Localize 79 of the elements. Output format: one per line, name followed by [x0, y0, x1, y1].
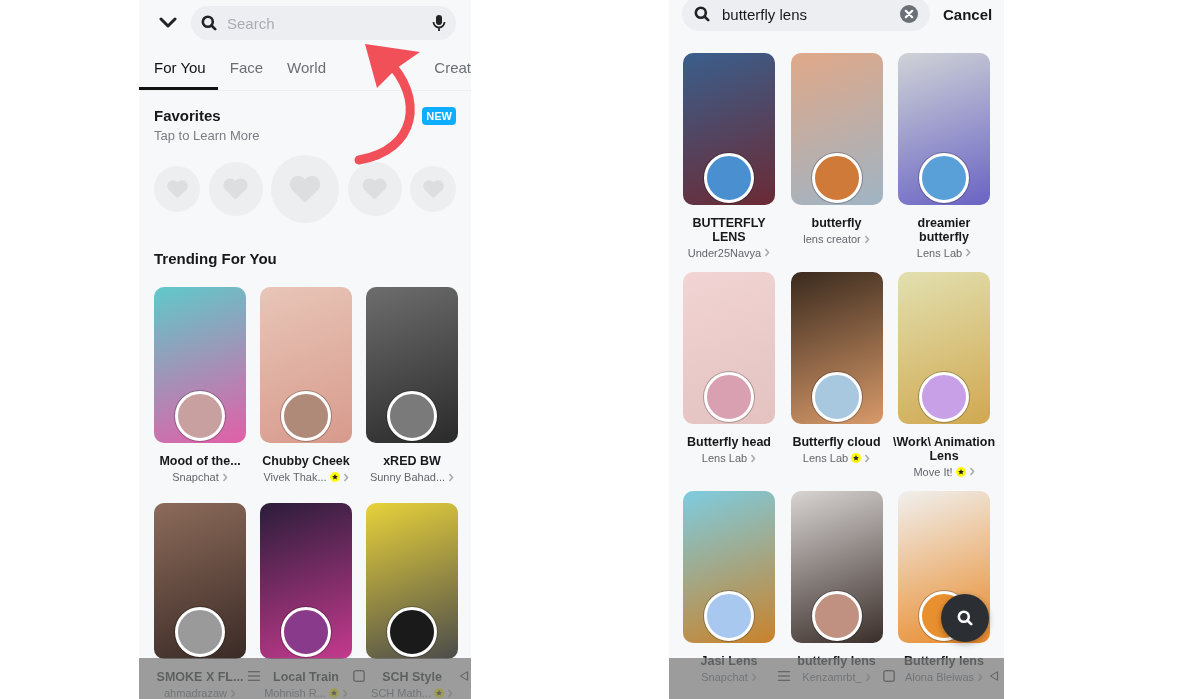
avatar-circle: [919, 153, 969, 203]
avatar-circle: [811, 372, 862, 422]
lens-title: \Work\ Animation Lens: [892, 436, 996, 463]
search-input[interactable]: butterfly lens: [720, 4, 890, 24]
creator-link[interactable]: Vivek Thak...: [263, 471, 327, 483]
tab[interactable]: Creat: [422, 48, 471, 90]
search-field[interactable]: Search: [191, 6, 456, 40]
photo-placeholder[interactable]: [790, 272, 883, 424]
avatar-circle: [281, 391, 331, 441]
avatar-circle: [175, 391, 225, 441]
photo-placeholder[interactable]: [260, 503, 352, 659]
lens-title: Mood of the...: [159, 455, 241, 469]
creator-link[interactable]: Lens Lab: [802, 452, 849, 464]
back-icon[interactable]: [459, 670, 469, 682]
lens-title: dreamier butterfly: [916, 217, 972, 244]
chevron-right-icon: [968, 467, 975, 476]
lens-title: Local Train: [273, 671, 339, 685]
avatar-circle: [281, 607, 331, 657]
photo-placeholder[interactable]: [366, 503, 458, 659]
avatar-circle: [387, 391, 437, 441]
avatar-circle: [704, 372, 754, 422]
tab[interactable]: World: [275, 48, 338, 90]
creator-link[interactable]: Move It!: [913, 465, 953, 478]
tab[interactable]: Face: [217, 48, 276, 90]
avatar-circle: [387, 607, 437, 657]
lens-title: SMOKE X FL...: [156, 671, 244, 685]
new-badge: NEW: [422, 107, 456, 125]
chevron-right-icon: [864, 453, 871, 463]
avatar-circle: [919, 372, 969, 422]
creator-link[interactable]: Lens Lab: [701, 452, 748, 464]
creator-link[interactable]: Lens Lab: [916, 246, 963, 259]
lens-title: xRED BW: [383, 455, 441, 469]
chevron-down-icon[interactable]: [159, 17, 177, 29]
chevron-right-icon: [750, 453, 757, 463]
menu-icon[interactable]: [247, 670, 261, 682]
cancel-button[interactable]: Cancel: [943, 5, 993, 23]
microphone-icon[interactable]: [432, 14, 446, 32]
lens-title: Butterfly cloud: [792, 436, 881, 450]
lens-title: Butterfly lens: [904, 655, 984, 669]
search-icon: [694, 6, 710, 22]
creator-link[interactable]: lens creator: [803, 233, 861, 245]
creator-link[interactable]: Sunny Bahad...: [369, 471, 446, 483]
chevron-right-icon: [448, 472, 455, 482]
lens-title: Jasi Lens: [700, 655, 758, 669]
search-icon: [201, 15, 217, 31]
search-field[interactable]: butterfly lens: [682, 0, 930, 31]
creator-link[interactable]: Snapchat: [172, 471, 219, 483]
lens-title: Chubby Cheek: [262, 455, 350, 469]
back-icon[interactable]: [989, 670, 999, 682]
photo-placeholder[interactable]: [154, 503, 246, 659]
search-input[interactable]: Search: [225, 13, 424, 33]
square-icon[interactable]: [883, 670, 895, 682]
avatar-circle: [811, 153, 862, 203]
lens-title: butterfly lens: [797, 655, 876, 669]
photo-placeholder[interactable]: [366, 287, 458, 443]
menu-icon[interactable]: [777, 670, 791, 682]
avatar-circle: [811, 591, 862, 641]
chevron-right-icon: [221, 472, 228, 482]
square-icon[interactable]: [353, 670, 365, 682]
chevron-right-icon: [342, 472, 349, 482]
avatar-circle: [175, 607, 225, 657]
lens-title: SCH Style: [382, 671, 442, 685]
avatar-circle: [704, 153, 754, 203]
creator-link[interactable]: Under25Navya: [687, 246, 762, 259]
section-title: Trending For You: [153, 249, 278, 267]
chevron-right-icon: [764, 248, 771, 257]
lens-title: butterfly: [811, 217, 862, 231]
photo-placeholder[interactable]: [683, 53, 775, 205]
clear-icon[interactable]: [900, 5, 918, 23]
photo-placeholder[interactable]: [790, 491, 883, 643]
lens-title: Butterfly head: [686, 436, 771, 450]
section-title: Favorites: [154, 107, 222, 124]
section-subtitle: Tap to Learn More: [154, 128, 260, 143]
chevron-right-icon: [965, 248, 972, 257]
lens-title: BUTTERFLY LENS: [691, 217, 767, 244]
search-icon: [957, 610, 973, 626]
chevron-right-icon: [863, 234, 870, 244]
tab[interactable]: For You: [139, 48, 218, 90]
avatar-circle: [704, 591, 754, 641]
